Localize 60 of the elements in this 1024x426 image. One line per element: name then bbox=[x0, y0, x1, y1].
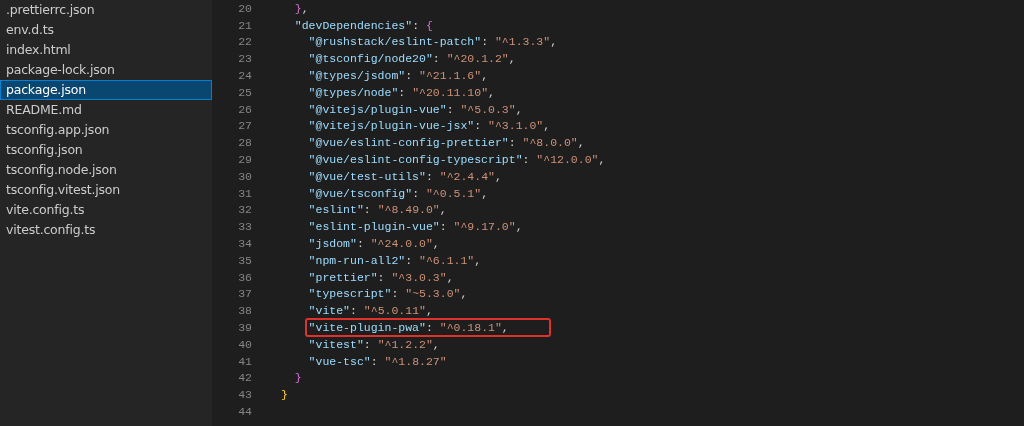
line-number: 25 bbox=[237, 85, 252, 99]
code-line: "@rushstack/eslint-patch": "^1.3.3", bbox=[307, 34, 559, 51]
file-item[interactable]: tsconfig.app.json bbox=[0, 120, 212, 140]
file-item[interactable]: package-lock.json bbox=[0, 60, 212, 80]
line-number: 39 bbox=[237, 321, 252, 335]
code-line: "@tsconfig/node20": "^20.1.2", bbox=[307, 51, 517, 68]
file-item[interactable]: package.json bbox=[0, 80, 212, 100]
code-line: "vitest": "^1.2.2", bbox=[307, 336, 441, 353]
file-item[interactable]: tsconfig.node.json bbox=[0, 160, 212, 180]
line-number: 37 bbox=[237, 287, 252, 301]
file-item[interactable]: tsconfig.json bbox=[0, 140, 212, 160]
code-line: "typescript": "~5.3.0", bbox=[307, 286, 469, 303]
code-line: "devDependencies": { bbox=[293, 17, 434, 34]
line-number: 38 bbox=[237, 304, 252, 318]
file-item[interactable]: index.html bbox=[0, 40, 212, 60]
line-number: 27 bbox=[237, 119, 252, 133]
file-item[interactable]: vitest.config.ts bbox=[0, 220, 212, 240]
line-number: 32 bbox=[237, 203, 252, 217]
code-line: "eslint": "^8.49.0", bbox=[307, 202, 448, 219]
file-item[interactable]: README.md bbox=[0, 100, 212, 120]
file-item[interactable]: .prettierrc.json bbox=[0, 0, 212, 20]
code-line: "@types/node": "^20.11.10", bbox=[307, 84, 496, 101]
line-number: 23 bbox=[237, 52, 252, 66]
line-number: 41 bbox=[237, 354, 252, 368]
line-number: 21 bbox=[237, 18, 252, 32]
line-number: 29 bbox=[237, 153, 252, 167]
line-number: 44 bbox=[237, 405, 252, 418]
line-number: 28 bbox=[237, 136, 252, 150]
code-line: "vite": "^5.0.11", bbox=[307, 303, 434, 320]
line-number: 40 bbox=[237, 337, 252, 351]
line-number: 34 bbox=[237, 237, 252, 251]
line-number: 22 bbox=[237, 35, 252, 49]
code-line: "@vue/tsconfig": "^0.5.1", bbox=[307, 185, 490, 202]
line-number: 43 bbox=[237, 388, 252, 402]
code-line: "jsdom": "^24.0.0", bbox=[307, 236, 441, 253]
code-line: "@vitejs/plugin-vue-jsx": "^3.1.0", bbox=[307, 118, 552, 135]
line-number: 31 bbox=[237, 186, 252, 200]
line-number: 35 bbox=[237, 253, 252, 267]
code-line: "@types/jsdom": "^21.1.6", bbox=[307, 68, 490, 85]
line-number: 42 bbox=[237, 371, 252, 385]
file-item[interactable]: vite.config.ts bbox=[0, 200, 212, 220]
file-item[interactable]: env.d.ts bbox=[0, 20, 212, 40]
line-number: 20 bbox=[237, 1, 252, 15]
code-line: } bbox=[293, 370, 303, 387]
line-number: 24 bbox=[237, 69, 252, 83]
code-line: "@vue/eslint-config-prettier": "^8.0.0", bbox=[307, 135, 586, 152]
line-number: 33 bbox=[237, 220, 252, 234]
code-line: "@vitejs/plugin-vue": "^5.0.3", bbox=[307, 101, 524, 118]
code-line: "npm-run-all2": "^6.1.1", bbox=[307, 252, 483, 269]
code-line: "@vue/eslint-config-typescript": "^12.0.0", bbox=[307, 152, 607, 169]
line-number: 26 bbox=[237, 102, 252, 116]
code-line: } bbox=[280, 387, 289, 404]
file-item[interactable]: tsconfig.vitest.json bbox=[0, 180, 212, 200]
line-number: 30 bbox=[237, 169, 252, 183]
line-number: 36 bbox=[237, 270, 252, 284]
code-line: "@vue/test-utils": "^2.4.4", bbox=[307, 168, 503, 185]
code-line: "prettier": "^3.0.3", bbox=[307, 269, 455, 286]
code-line: }, bbox=[293, 0, 310, 17]
code-line: "vue-tsc": "^1.8.27" bbox=[307, 353, 448, 370]
code-line: "eslint-plugin-vue": "^9.17.0", bbox=[307, 219, 524, 236]
